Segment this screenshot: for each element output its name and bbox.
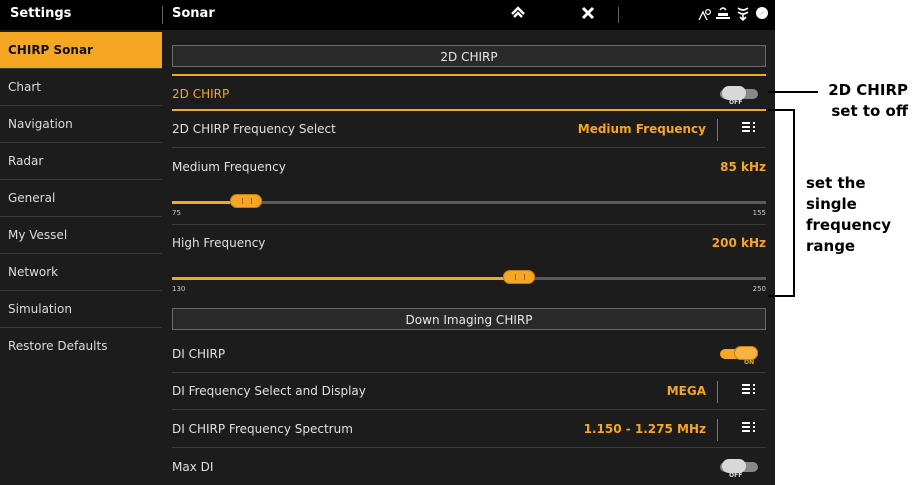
row-value: 1.150 - 1.275 MHz <box>583 422 706 436</box>
row-value: Medium Frequency <box>577 122 706 136</box>
sidebar-item-simulation[interactable]: Simulation <box>0 291 162 328</box>
device-screen: Settings Sonar CHIRP Sonar Chart Navigat… <box>0 0 775 485</box>
row-value: 200 kHz <box>711 236 766 250</box>
sidebar-item-radar[interactable]: Radar <box>0 143 162 180</box>
menu-icon[interactable] <box>742 120 756 138</box>
sidebar-item-navigation[interactable]: Navigation <box>0 106 162 143</box>
sidebar-item-network[interactable]: Network <box>0 254 162 291</box>
settings-title: Settings <box>10 6 72 21</box>
section-header-2d-chirp: 2D CHIRP <box>172 45 766 67</box>
value-divider <box>717 119 718 141</box>
sidebar-item-general[interactable]: General <box>0 180 162 217</box>
toggle-max-di[interactable]: OFF <box>720 459 760 479</box>
menu-icon[interactable] <box>742 420 756 438</box>
menu-icon[interactable] <box>742 382 756 400</box>
slider-handle[interactable] <box>230 194 263 208</box>
row-medium-frequency: Medium Frequency 85 kHz <box>172 149 766 186</box>
gps-icon[interactable] <box>698 8 712 23</box>
toggle-di-chirp[interactable]: ON <box>720 346 760 366</box>
toggle-2d-chirp[interactable]: OFF <box>720 86 760 106</box>
value-divider <box>717 381 718 403</box>
close-icon[interactable] <box>580 5 596 25</box>
row-di-spectrum[interactable]: DI CHIRP Frequency Spectrum 1.150 - 1.27… <box>172 411 766 448</box>
row-di-freq-select[interactable]: DI Frequency Select and Display MEGA <box>172 373 766 410</box>
compass-icon[interactable] <box>755 5 769 25</box>
toggle-state: ON <box>744 359 755 366</box>
toolbar-divider <box>618 7 619 23</box>
sidebar-item-my-vessel[interactable]: My Vessel <box>0 217 162 254</box>
callout-2d-chirp-off: 2D CHIRP set to off <box>822 80 908 122</box>
callout-line-2d-chirp <box>768 91 818 93</box>
slider-max-label: 250 <box>752 285 766 293</box>
page-title: Sonar <box>172 6 215 21</box>
slider-min-label: 75 <box>172 209 181 217</box>
value-divider <box>717 419 718 441</box>
row-label: High Frequency <box>172 236 266 250</box>
callout-text: range <box>806 237 856 255</box>
toggle-state: OFF <box>729 472 743 479</box>
sidebar-item-chirp-sonar[interactable]: CHIRP Sonar <box>0 32 162 69</box>
slider-medium-frequency[interactable]: 75 155 <box>172 187 766 225</box>
row-value: MEGA <box>666 384 706 398</box>
row-label: Medium Frequency <box>172 160 286 174</box>
row-2d-chirp[interactable]: 2D CHIRP OFF <box>172 76 766 113</box>
row-label: 2D CHIRP Frequency Select <box>172 122 336 136</box>
slider-handle[interactable] <box>502 270 535 284</box>
toggle-knob <box>722 459 746 473</box>
row-value: 85 kHz <box>720 160 766 174</box>
callout-text: set to off <box>831 102 908 120</box>
bracket-bottom <box>768 295 795 297</box>
network-icon[interactable] <box>716 5 730 25</box>
toggle-state: OFF <box>729 99 743 106</box>
slider-fill <box>172 277 519 280</box>
row-max-di[interactable]: Max DI OFF <box>172 449 766 485</box>
row-label: DI Frequency Select and Display <box>172 384 366 398</box>
sidebar-item-chart[interactable]: Chart <box>0 69 162 106</box>
slider-min-label: 130 <box>172 285 186 293</box>
toggle-knob <box>722 86 746 100</box>
callout-text: 2D CHIRP <box>828 81 908 99</box>
slider-high-frequency[interactable]: 130 250 <box>172 263 766 301</box>
row-label: Max DI <box>172 460 214 474</box>
row-label: DI CHIRP Frequency Spectrum <box>172 422 353 436</box>
row-di-chirp[interactable]: DI CHIRP ON <box>172 336 766 373</box>
callout-single-frequency-range: set the single frequency range <box>806 173 912 257</box>
sidebar: CHIRP Sonar Chart Navigation Radar Gener… <box>0 32 162 485</box>
sonar-icon[interactable] <box>736 5 750 25</box>
row-2d-freq-select[interactable]: 2D CHIRP Frequency Select Medium Frequen… <box>172 111 766 148</box>
slider-max-label: 155 <box>752 209 766 217</box>
title-divider <box>162 6 163 24</box>
row-high-frequency: High Frequency 200 kHz <box>172 225 766 262</box>
sidebar-item-restore-defaults[interactable]: Restore Defaults <box>0 328 162 365</box>
callout-text: set the single <box>806 174 866 213</box>
bracket-top <box>768 109 795 111</box>
settings-panel: 2D CHIRP 2D CHIRP OFF 2D CHIRP Frequency… <box>166 32 775 485</box>
home-icon[interactable] <box>510 5 526 25</box>
row-label: 2D CHIRP <box>172 87 230 101</box>
toggle-knob <box>734 346 758 360</box>
bracket-vertical <box>793 109 795 297</box>
callout-text: frequency <box>806 216 892 234</box>
section-header-down-imaging-chirp: Down Imaging CHIRP <box>172 308 766 330</box>
top-bar: Settings Sonar <box>0 0 775 30</box>
row-label: DI CHIRP <box>172 347 226 361</box>
